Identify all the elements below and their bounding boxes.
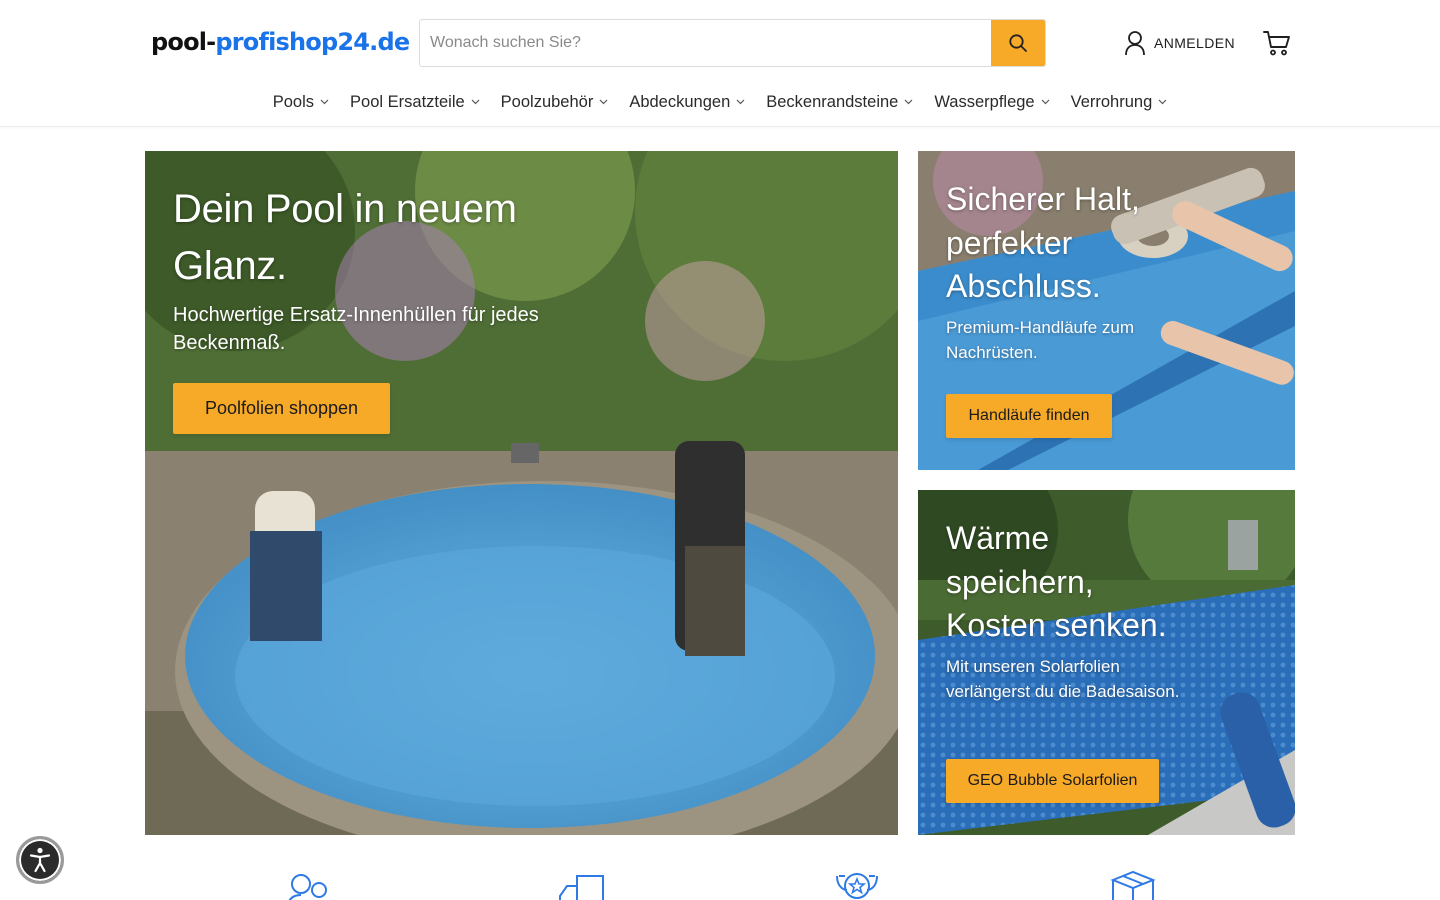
hero-banner[interactable]: Dein Pool in neuem Glanz. Hochwertige Er…: [145, 151, 898, 835]
nav-item-label: Poolzubehör: [500, 92, 594, 111]
logo-part-1: pool-: [151, 28, 216, 56]
solar-subtitle: Mit unseren Solarfolien verlängerst du d…: [946, 656, 1180, 701]
chevron-down-icon: [471, 99, 480, 105]
main-navigation: Pools Pool Ersatzteile Poolzubehör Abdec…: [0, 84, 1440, 120]
search-bar: [419, 19, 1046, 67]
nav-item-beckenrandsteine[interactable]: Beckenrandsteine: [766, 84, 913, 120]
login-link[interactable]: ANMELDEN: [1124, 29, 1235, 57]
handrail-text: Sicherer Halt, perfekter Abschluss. Prem…: [946, 178, 1186, 365]
accessibility-icon: [29, 847, 51, 873]
nav-item-label: Wasserpflege: [934, 92, 1035, 111]
hero-title: Dein Pool in neuem Glanz.: [173, 187, 517, 288]
hero-subtitle: Hochwertige Ersatz-Innenhüllen für jedes…: [173, 304, 539, 354]
nav-item-pools[interactable]: Pools: [273, 84, 329, 120]
package-icon: [1110, 870, 1156, 900]
geo-bubble-button[interactable]: GEO Bubble Solarfolien: [946, 759, 1159, 803]
nav-item-pool-ersatzteile[interactable]: Pool Ersatzteile: [350, 84, 480, 120]
user-icon: [1125, 31, 1145, 56]
search-input[interactable]: [420, 20, 992, 66]
shipping-icon: [559, 875, 604, 900]
solar-title: Wärme speichern, Kosten senken.: [946, 520, 1167, 643]
promo-solar-covers[interactable]: Wärme speichern, Kosten senken. Mit unse…: [918, 490, 1295, 835]
site-logo[interactable]: pool-profishop24.de: [151, 26, 410, 58]
chevron-down-icon: [320, 99, 329, 105]
accessibility-button[interactable]: [16, 836, 64, 884]
cart-button[interactable]: [1262, 29, 1292, 57]
handrail-subtitle: Premium-Handläufe zum Nachrüsten.: [946, 317, 1135, 362]
search-icon: [1009, 34, 1027, 52]
people-icon: [288, 874, 327, 900]
login-label: ANMELDEN: [1154, 35, 1235, 51]
site-header: pool-profishop24.de ANMELDEN Pools: [0, 0, 1440, 127]
chevron-down-icon: [599, 99, 608, 105]
chevron-down-icon: [736, 99, 745, 105]
chevron-down-icon: [1158, 99, 1167, 105]
nav-item-wasserpflege[interactable]: Wasserpflege: [934, 84, 1050, 120]
search-button[interactable]: [991, 20, 1045, 66]
logo-part-2: profishop24.de: [215, 28, 410, 56]
chevron-down-icon: [904, 99, 913, 105]
handrails-button[interactable]: Handläufe finden: [946, 394, 1112, 438]
chevron-down-icon: [1041, 99, 1050, 105]
handrail-title: Sicherer Halt, perfekter Abschluss.: [946, 181, 1140, 304]
nav-item-label: Pool Ersatzteile: [350, 92, 465, 111]
nav-item-label: Verrohrung: [1070, 92, 1153, 111]
nav-item-poolzubehoer[interactable]: Poolzubehör: [501, 84, 609, 120]
nav-item-verrohrung[interactable]: Verrohrung: [1071, 84, 1168, 120]
hero-text: Dein Pool in neuem Glanz. Hochwertige Er…: [173, 181, 633, 357]
nav-item-label: Abdeckungen: [629, 92, 731, 111]
nav-item-abdeckungen[interactable]: Abdeckungen: [629, 84, 745, 120]
nav-item-label: Pools: [272, 92, 315, 111]
quality-badge-icon: [836, 873, 878, 899]
solar-text: Wärme speichern, Kosten senken. Mit unse…: [946, 517, 1186, 704]
cart-icon: [1263, 31, 1290, 56]
poolfolien-shop-button[interactable]: Poolfolien shoppen: [173, 383, 390, 434]
nav-item-label: Beckenrandsteine: [766, 92, 899, 111]
promo-handrails[interactable]: Sicherer Halt, perfekter Abschluss. Prem…: [918, 151, 1295, 470]
